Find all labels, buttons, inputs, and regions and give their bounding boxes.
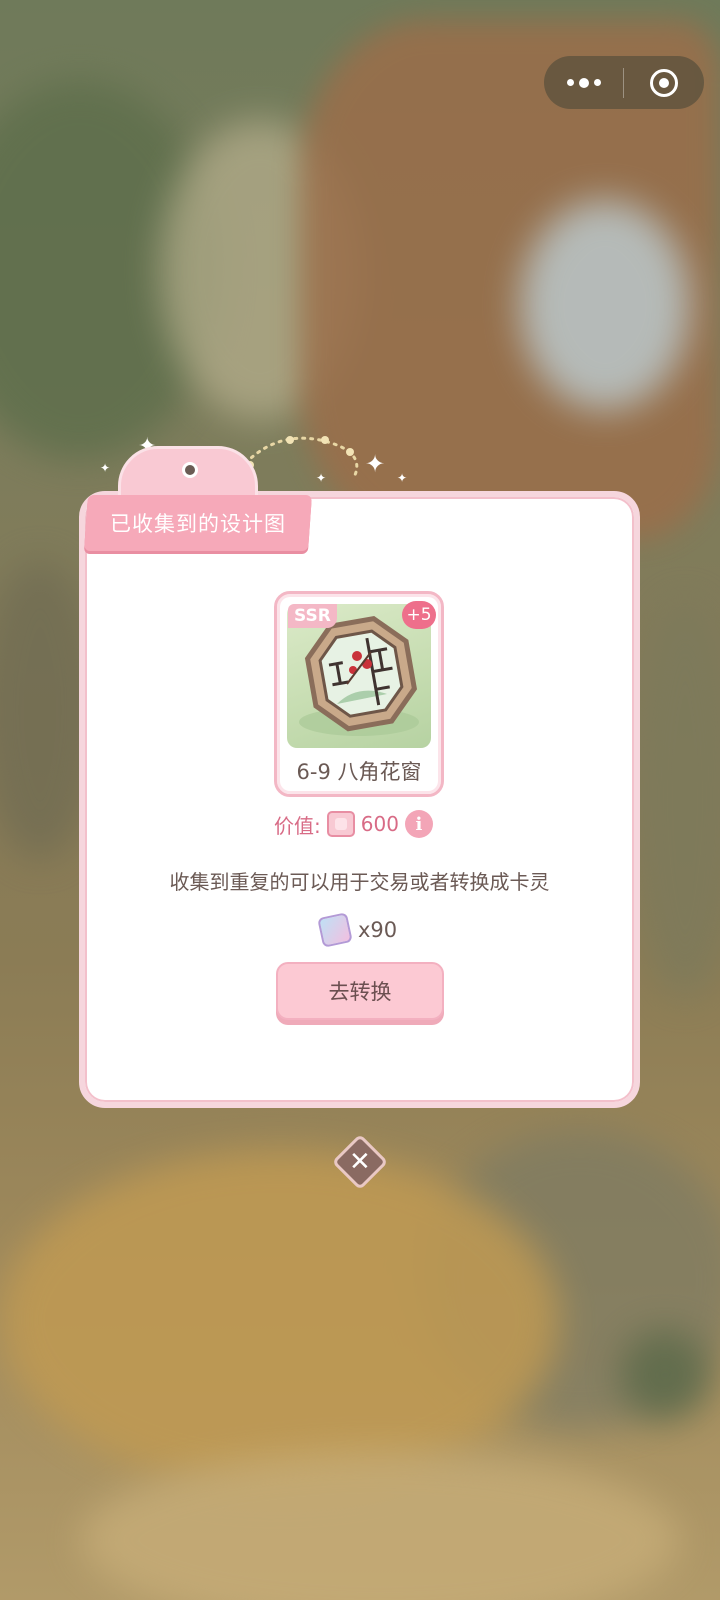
dialog-title: 已收集到的设计图	[110, 512, 286, 536]
miniprogram-capsule	[544, 56, 704, 109]
more-dots-icon	[566, 77, 601, 88]
value-amount: 600	[360, 812, 399, 836]
close-icon: ✕	[349, 1146, 371, 1177]
exit-button[interactable]	[624, 56, 703, 109]
rarity-badge: SSR	[288, 604, 337, 628]
sparkle-icon: ✦	[100, 461, 111, 475]
target-circle-icon	[649, 68, 678, 97]
spirit-count-row: x90	[317, 912, 398, 948]
card-currency-icon	[326, 811, 355, 837]
more-button[interactable]	[544, 56, 623, 109]
convert-button[interactable]: 去转换	[276, 962, 444, 1020]
value-row: 价值: 600 i	[274, 807, 433, 841]
sparkle-icon: ✦	[316, 471, 327, 485]
dialog-title-tag: 已收集到的设计图	[84, 495, 312, 551]
item-name: 6-9 八角花窗	[296, 760, 422, 784]
info-icon[interactable]: i	[404, 810, 433, 838]
tag-hole	[182, 462, 198, 478]
sparkle-icon: ✦	[365, 450, 386, 478]
bonus-badge: +5	[402, 601, 436, 629]
sparkle-icon: ✦	[397, 471, 408, 485]
spirit-count: x90	[358, 918, 398, 942]
description-text: 收集到重复的可以用于交易或者转换成卡灵	[169, 870, 550, 894]
value-label: 价值:	[274, 813, 321, 838]
card-spirit-icon	[317, 912, 353, 948]
